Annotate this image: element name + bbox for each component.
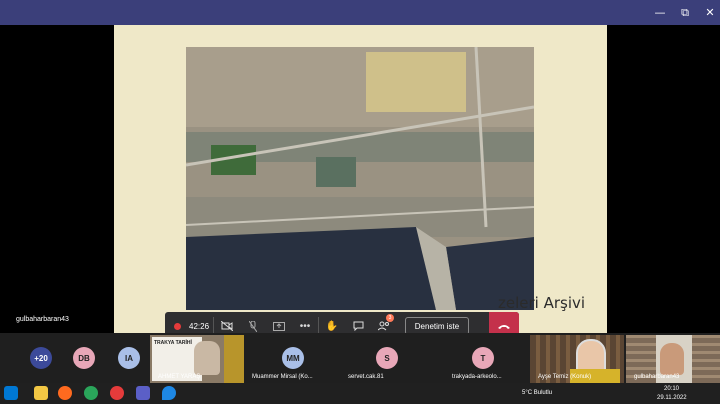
participant-name: Muammer Mirsal (Ko...	[252, 374, 313, 380]
participant-video	[194, 341, 220, 375]
slide-caption: zeleri Arşivi	[498, 294, 586, 312]
avatar-initials: MM	[286, 353, 300, 363]
chrome-icon[interactable]	[110, 386, 124, 400]
bookshelf-background	[692, 335, 720, 383]
teams-icon[interactable]	[136, 386, 150, 400]
participant-video	[660, 343, 684, 375]
overflow-participants-avatar[interactable]: +20	[30, 347, 52, 369]
avatar-initials: IA	[125, 353, 133, 363]
overflow-count: +20	[34, 353, 48, 363]
hang-up-icon	[498, 324, 510, 329]
app-icon[interactable]	[84, 386, 98, 400]
meeting-timer: 42:26	[189, 321, 210, 331]
participant-avatar-t[interactable]: T	[472, 347, 494, 369]
aerial-photo	[186, 47, 534, 310]
background-statue	[224, 335, 244, 383]
app-icon[interactable]	[162, 386, 176, 400]
shared-content-stage: zeleri Arşivi gulbaharbaran43 42:26 ••• …	[0, 25, 720, 340]
participant-name: servet.cak.81	[348, 374, 384, 380]
aerial-photo-image	[186, 47, 534, 310]
participant-name: Ayşe Temiz (Konuk)	[538, 374, 592, 380]
participant-avatar-db[interactable]: DB	[73, 347, 95, 369]
participant-video-tile[interactable]: TRAKYA TARİHİ AHMET YARAŞ	[150, 335, 244, 383]
participant-name: gulbaharbaran43	[634, 374, 680, 380]
avatar-initials: DB	[78, 353, 90, 363]
participant-gallery: +20 DB IA TRAKYA TARİHİ AHMET YARAŞ MM M…	[0, 333, 720, 383]
avatar-initials: S	[384, 353, 390, 363]
file-explorer-icon[interactable]	[34, 386, 48, 400]
participant-avatar-s[interactable]: S	[376, 347, 398, 369]
clock-date: 29.11.2022	[657, 395, 687, 401]
presentation-slide: zeleri Arşivi	[114, 25, 607, 333]
participant-video-tile[interactable]: gulbaharbaran43	[626, 335, 720, 383]
firefox-icon[interactable]	[58, 386, 72, 400]
clock-time: 20:10	[664, 386, 680, 392]
participant-name: trakyada-arkeolo...	[452, 374, 502, 380]
participant-video-tile[interactable]: Ayşe Temiz (Konuk)	[530, 335, 624, 383]
avatar-initials: T	[480, 353, 486, 363]
close-button[interactable]: ✕	[695, 0, 720, 25]
participant-avatar-ia[interactable]: IA	[118, 347, 140, 369]
taskbar: 5°C Bulutlu 20:10 29.11.2022	[0, 383, 720, 404]
windows-start-icon[interactable]	[4, 386, 18, 400]
presenter-name-tag: gulbaharbaran43	[16, 316, 69, 323]
recording-icon	[174, 322, 181, 330]
participants-badge: 3	[386, 314, 394, 322]
participant-name: AHMET YARAŞ	[158, 374, 201, 380]
participant-avatar-mm[interactable]: MM	[282, 347, 304, 369]
book-title: TRAKYA TARİHİ	[154, 340, 192, 346]
title-bar: — ⧉ ✕	[0, 0, 720, 25]
weather-widget[interactable]: 5°C Bulutlu	[522, 390, 552, 396]
